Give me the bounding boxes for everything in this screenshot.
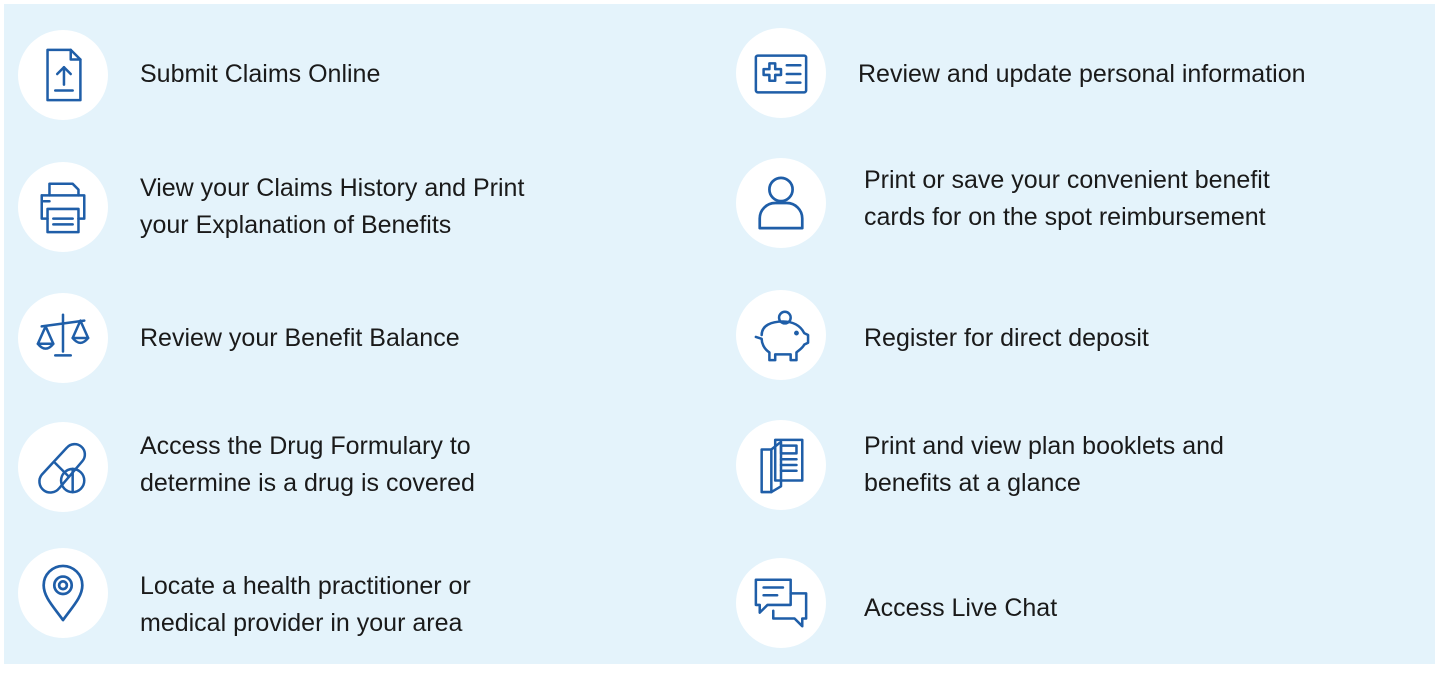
piggy-bank-icon — [754, 310, 810, 362]
plan-booklets-label[interactable]: Print and view plan booklets and benefit… — [864, 428, 1224, 502]
submit-claims-label[interactable]: Submit Claims Online — [140, 56, 380, 93]
drug-formulary-label[interactable]: Access the Drug Formulary to determine i… — [140, 428, 475, 502]
claims-history-label[interactable]: View your Claims History and Print your … — [140, 170, 524, 244]
document-upload-icon — [46, 48, 82, 102]
live-chat-label[interactable]: Access Live Chat — [864, 590, 1057, 627]
claims-history-icon-circle[interactable] — [18, 162, 108, 252]
locate-practitioner-label[interactable]: Locate a health practitioner or medical … — [140, 568, 471, 642]
benefit-balance-icon-circle[interactable] — [18, 293, 108, 383]
location-pin-icon — [42, 564, 84, 622]
health-card-icon — [754, 54, 808, 94]
chat-bubbles-icon — [754, 578, 808, 628]
personal-info-icon-circle[interactable] — [736, 28, 826, 118]
locate-practitioner-icon-circle[interactable] — [18, 548, 108, 638]
personal-info-label[interactable]: Review and update personal information — [858, 56, 1306, 93]
benefit-balance-label[interactable]: Review your Benefit Balance — [140, 320, 460, 357]
submit-claims-icon-circle[interactable] — [18, 30, 108, 120]
pills-icon — [38, 442, 87, 494]
printer-icon — [40, 182, 86, 234]
balance-scale-icon — [36, 313, 90, 357]
direct-deposit-icon-circle[interactable] — [736, 290, 826, 380]
plan-booklets-icon-circle[interactable] — [736, 420, 826, 510]
benefit-cards-icon-circle[interactable] — [736, 158, 826, 248]
drug-formulary-icon-circle[interactable] — [18, 422, 108, 512]
live-chat-icon-circle[interactable] — [736, 558, 826, 648]
user-icon — [758, 176, 804, 230]
benefit-cards-label[interactable]: Print or save your convenient benefit ca… — [864, 162, 1270, 236]
direct-deposit-label[interactable]: Register for direct deposit — [864, 320, 1149, 357]
booklet-icon — [760, 438, 804, 494]
benefits-features-panel: Submit Claims Online View your Claims Hi… — [4, 4, 1435, 664]
